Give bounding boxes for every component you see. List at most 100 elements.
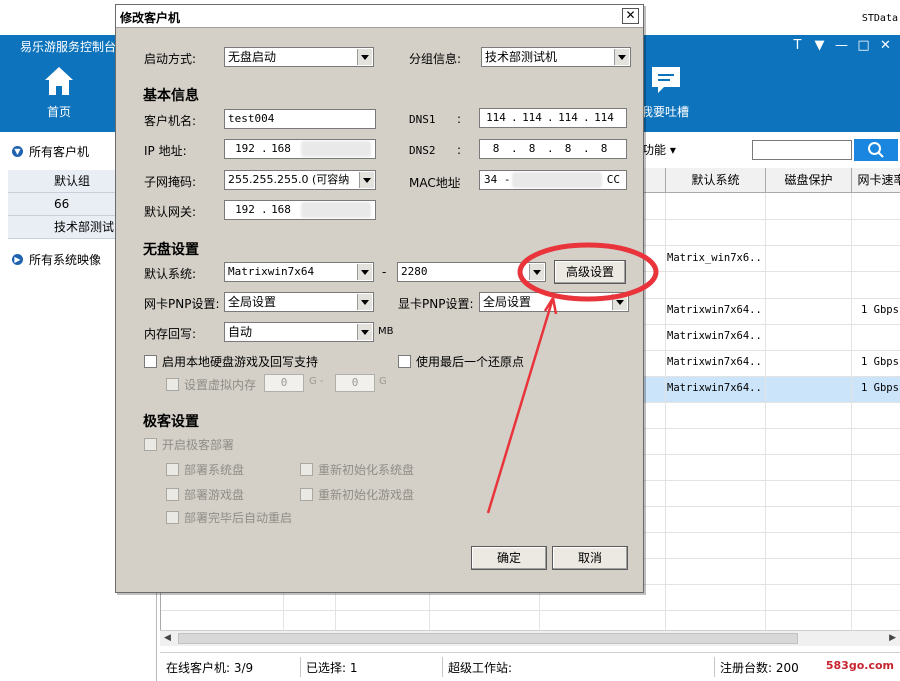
mem-writeback-label: 内存回写: bbox=[144, 327, 197, 341]
enable-local-disk-checkbox[interactable]: 启用本地硬盘游戏及回写支持 bbox=[144, 353, 318, 370]
cell-nic-speed: 1 Gbps bbox=[861, 356, 899, 368]
nic-pnp-select[interactable]: 全局设置 bbox=[224, 292, 374, 312]
boot-mode-label: 启动方式: bbox=[144, 52, 197, 66]
sidebar-item-label: 技术部测试 bbox=[54, 220, 115, 234]
chevron-down-icon[interactable] bbox=[612, 294, 627, 310]
scroll-left-icon[interactable]: ◀ bbox=[164, 633, 171, 643]
nav-home[interactable]: 首页 bbox=[27, 65, 91, 119]
deploy-game-disk-checkbox[interactable]: 部署游戏盘 bbox=[166, 486, 244, 503]
close-button[interactable]: ✕ bbox=[879, 38, 892, 53]
gateway-octet: 168 bbox=[271, 203, 291, 216]
mem-writeback-value: 自动 bbox=[228, 325, 253, 339]
chevron-down-icon[interactable] bbox=[357, 294, 372, 310]
deploy-system-disk-checkbox[interactable]: 部署系统盘 bbox=[166, 461, 244, 478]
default-system-value: Matrixwin7x64 bbox=[228, 265, 315, 278]
boot-mode-select[interactable]: 无盘启动 bbox=[224, 47, 374, 67]
maximize-button[interactable]: □ bbox=[857, 38, 870, 53]
cancel-button[interactable]: 取消 bbox=[552, 546, 628, 570]
group-info-select[interactable]: 技术部测试机 bbox=[481, 47, 631, 67]
column-header-default-system[interactable]: 默认系统 bbox=[665, 168, 765, 193]
sidebar-all-images-label: 所有系统映像 bbox=[29, 252, 102, 267]
chat-bubble-icon bbox=[652, 67, 680, 93]
nav-home-label: 首页 bbox=[46, 105, 71, 119]
mac-start: 34 - bbox=[484, 173, 511, 186]
checkbox-box[interactable] bbox=[300, 488, 313, 501]
section-basic-info: 基本信息 bbox=[143, 88, 199, 104]
client-name-input[interactable]: test004 bbox=[224, 109, 376, 129]
chevron-down-icon[interactable] bbox=[529, 264, 544, 280]
chevron-down-icon[interactable] bbox=[614, 49, 629, 65]
scroll-thumb[interactable] bbox=[178, 633, 798, 644]
dns1-label: DNS1 bbox=[409, 113, 436, 126]
advanced-settings-button[interactable]: 高级设置 bbox=[554, 260, 626, 284]
minimize-button[interactable]: — bbox=[835, 38, 848, 53]
chevron-down-icon[interactable] bbox=[357, 324, 372, 340]
search-button[interactable] bbox=[854, 139, 898, 161]
checkbox-label: 部署完毕后自动重启 bbox=[184, 511, 293, 525]
dns2-octet: 8 bbox=[564, 142, 572, 155]
enable-extreme-checkbox[interactable]: 开启极客部署 bbox=[144, 436, 234, 453]
gateway-label: 默认网关: bbox=[144, 205, 197, 219]
virtual-memory-min-input[interactable]: 0 bbox=[264, 374, 304, 392]
ok-button[interactable]: 确定 bbox=[471, 546, 547, 570]
auto-restart-checkbox[interactable]: 部署完毕后自动重启 bbox=[166, 509, 292, 526]
mem-writeback-select[interactable]: 自动 bbox=[224, 322, 374, 342]
edit-client-dialog: 修改客户机 ✕ 启动方式: 无盘启动 分组信息: 技术部测试机 基本信息 客户机… bbox=[115, 4, 644, 593]
cell-default-system: Matrixwin7x64... bbox=[667, 330, 763, 342]
dialog-close-button[interactable]: ✕ bbox=[622, 8, 639, 24]
checkbox-box[interactable] bbox=[144, 355, 157, 368]
reinit-game-disk-checkbox[interactable]: 重新初始化游戏盘 bbox=[300, 486, 414, 503]
dns1-octet: 114 bbox=[486, 111, 506, 124]
subnet-select[interactable]: 255.255.255.0 (可容纳 bbox=[224, 170, 376, 190]
chevron-right-icon: ▶ bbox=[12, 253, 23, 265]
dns1-input[interactable]: 114 . 114 . 114 . 114 bbox=[479, 108, 627, 128]
checkbox-box[interactable] bbox=[166, 488, 179, 501]
chevron-down-icon[interactable] bbox=[359, 172, 374, 188]
dns2-label: DNS2 bbox=[409, 144, 436, 157]
column-header-nic-speed[interactable]: 网卡速率 bbox=[851, 168, 900, 193]
dns1-octet: 114 bbox=[522, 111, 542, 124]
default-system-select[interactable]: Matrixwin7x64 bbox=[224, 262, 374, 282]
status-selected: 已选择: 1 bbox=[306, 661, 358, 675]
gpu-pnp-select[interactable]: 全局设置 bbox=[479, 292, 629, 312]
chevron-down-icon[interactable] bbox=[357, 264, 372, 280]
status-online: 在线客户机: 3/9 bbox=[166, 661, 254, 675]
menu-icon[interactable]: ▼ bbox=[813, 38, 826, 53]
gateway-input[interactable]: 192 . 168 bbox=[224, 200, 376, 220]
function-menu[interactable]: 功能 ▾ bbox=[642, 141, 676, 158]
search-input[interactable] bbox=[752, 140, 852, 160]
reinit-system-disk-checkbox[interactable]: 重新初始化系统盘 bbox=[300, 461, 414, 478]
redacted-area bbox=[301, 202, 371, 218]
chevron-down-icon[interactable] bbox=[357, 49, 372, 65]
ip-address-input[interactable]: 192 . 168 bbox=[224, 139, 376, 159]
ip-octet: 192 bbox=[235, 142, 255, 155]
checkbox-label: 启用本地硬盘游戏及回写支持 bbox=[162, 355, 319, 369]
use-last-restore-checkbox[interactable]: 使用最后一个还原点 bbox=[398, 353, 524, 370]
column-header-disk-protection[interactable]: 磁盘保护 bbox=[765, 168, 851, 193]
checkbox-box[interactable] bbox=[166, 378, 179, 391]
subnet-label: 子网掩码: bbox=[144, 175, 197, 189]
section-extreme: 极客设置 bbox=[143, 414, 199, 430]
virtual-memory-max-input[interactable]: 0 bbox=[335, 374, 375, 392]
skin-icon[interactable]: T bbox=[791, 38, 804, 53]
home-icon bbox=[45, 67, 73, 95]
checkbox-label: 重新初始化系统盘 bbox=[318, 463, 415, 477]
checkbox-box[interactable] bbox=[166, 463, 179, 476]
mac-address-input[interactable]: 34 - CC bbox=[479, 170, 627, 190]
mac-end: CC bbox=[606, 173, 620, 186]
dns2-input[interactable]: 8 . 8 . 8 . 8 bbox=[479, 139, 627, 159]
dns1-colon: : bbox=[457, 112, 462, 126]
horizontal-scrollbar[interactable]: ◀ ▶ bbox=[160, 630, 900, 646]
system-version-select[interactable]: 2280 bbox=[397, 262, 546, 282]
checkbox-box[interactable] bbox=[300, 463, 313, 476]
brand-corner-text: STData bbox=[861, 13, 898, 24]
subnet-value: 255.255.255.0 (可容纳 bbox=[228, 173, 350, 186]
cell-default-system: Matrixwin7x64... bbox=[667, 382, 763, 394]
virtual-memory-checkbox[interactable]: 设置虚拟内存 bbox=[166, 376, 256, 393]
checkbox-box[interactable] bbox=[144, 438, 157, 451]
checkbox-box[interactable] bbox=[398, 355, 411, 368]
virtual-memory-unit2: G bbox=[379, 376, 387, 387]
checkbox-box[interactable] bbox=[166, 511, 179, 524]
scroll-right-icon[interactable]: ▶ bbox=[889, 633, 896, 643]
mem-unit: MB bbox=[378, 326, 394, 337]
